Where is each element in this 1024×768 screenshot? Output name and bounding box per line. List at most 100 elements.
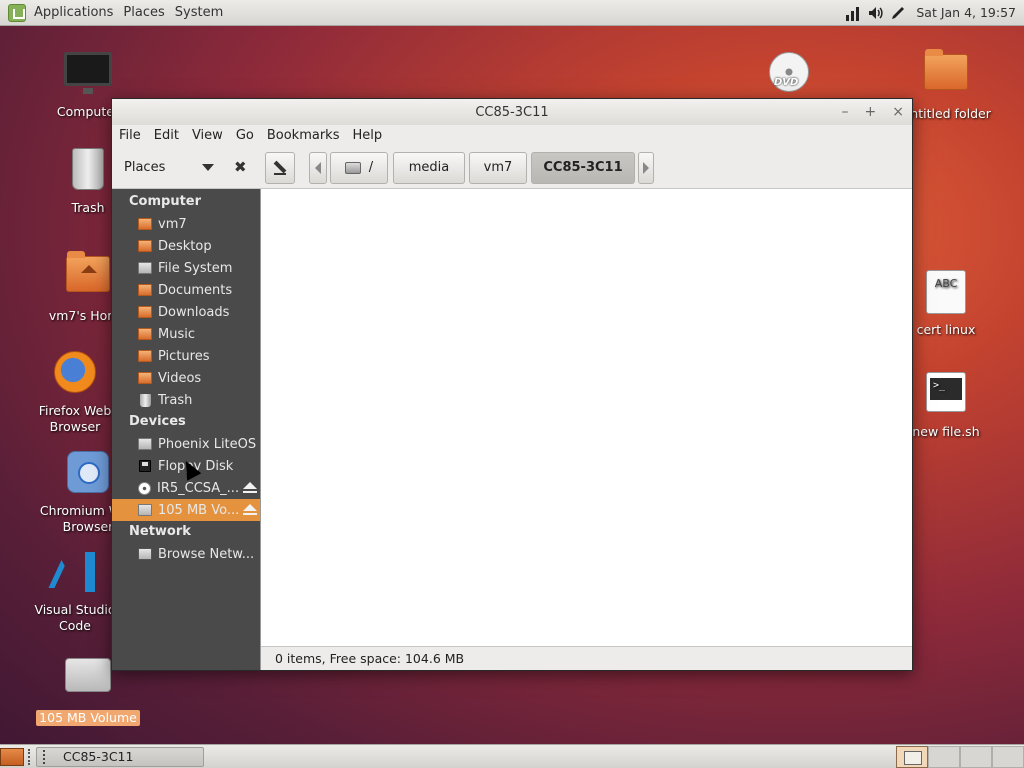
- menu-help[interactable]: Help: [345, 125, 388, 147]
- folder-icon: [924, 49, 968, 90]
- workspace-1[interactable]: [896, 745, 928, 768]
- sidebar-item-documents[interactable]: Documents: [112, 279, 260, 301]
- sidebar-item-label: vm7: [158, 216, 187, 232]
- desktop-folder-icon: [138, 240, 152, 252]
- usb-drive-icon: [65, 658, 111, 692]
- firefox-icon: [54, 351, 96, 393]
- folder-icon: [138, 306, 152, 318]
- dvd-icon: DVD: [769, 52, 809, 92]
- arrow-right-icon: [643, 161, 649, 174]
- sidebar-heading-devices: Devices: [129, 414, 186, 429]
- network-icon[interactable]: [846, 5, 860, 21]
- path-scroll-right-button[interactable]: [638, 151, 654, 184]
- trash-icon: [72, 148, 104, 190]
- path-button-root[interactable]: /: [330, 151, 388, 184]
- workspace-4[interactable]: [992, 745, 1024, 768]
- drive-icon: [138, 438, 152, 450]
- close-button[interactable]: ×: [892, 104, 904, 120]
- folder-icon: [138, 284, 152, 296]
- path-label: media: [408, 160, 450, 175]
- network-icon: [138, 548, 152, 560]
- home-folder-icon: [138, 218, 152, 230]
- chevron-down-icon[interactable]: [202, 164, 214, 171]
- applications-menu[interactable]: Applications: [32, 0, 121, 26]
- chromium-icon: [67, 451, 109, 493]
- folder-icon: [138, 372, 152, 384]
- sidebar-selector[interactable]: Places ✖: [112, 147, 260, 188]
- panel-handle[interactable]: [28, 748, 32, 765]
- panel-tray: Sat Jan 4, 19:57: [846, 5, 1024, 21]
- drive-icon: [138, 504, 152, 516]
- sidebar-heading-network: Network: [129, 524, 191, 539]
- file-manager-window: CC85-3C11 – + × File Edit View Go Bookma…: [111, 98, 913, 671]
- taskbar-button-window[interactable]: CC85-3C11: [36, 746, 204, 767]
- arrow-left-icon: [315, 161, 321, 174]
- sidebar-item-label: IR5_CCSA_...: [157, 480, 240, 496]
- mint-logo-icon[interactable]: [8, 3, 26, 22]
- sidebar-item-browse-network[interactable]: Browse Netw...: [112, 543, 260, 565]
- clock[interactable]: Sat Jan 4, 19:57: [916, 5, 1016, 20]
- bottom-panel: CC85-3C11: [0, 744, 1024, 768]
- sidebar-item-label: 105 MB Vo...: [158, 502, 240, 518]
- path-button-current[interactable]: CC85-3C11: [531, 151, 635, 184]
- trash-icon: [140, 393, 151, 407]
- sidebar-heading-computer: Computer: [129, 194, 202, 209]
- shell-script-icon: >_: [926, 372, 966, 412]
- places-menu[interactable]: Places: [121, 0, 172, 26]
- sidebar-item-label: Trash: [158, 392, 193, 408]
- window-title: CC85-3C11: [475, 104, 549, 120]
- edit-location-button[interactable]: [265, 151, 295, 184]
- sidebar-item-desktop[interactable]: Desktop: [112, 235, 260, 257]
- sidebar-item-label: Downloads: [158, 304, 230, 320]
- menu-edit[interactable]: Edit: [147, 125, 185, 147]
- menu-bookmarks[interactable]: Bookmarks: [260, 125, 346, 147]
- sidebar-item-music[interactable]: Music: [112, 323, 260, 345]
- toolbar: Places ✖ / media vm7 CC85-3C11: [112, 147, 912, 189]
- eject-icon[interactable]: [243, 482, 257, 494]
- sidebar-item-label: Music: [158, 326, 195, 342]
- window-titlebar[interactable]: CC85-3C11 – + ×: [112, 99, 912, 125]
- sidebar-selector-label: Places: [124, 160, 166, 175]
- workspace-3[interactable]: [960, 745, 992, 768]
- menu-view[interactable]: View: [185, 125, 229, 147]
- sidebar-item-trash[interactable]: Trash: [112, 389, 260, 411]
- sidebar-item-downloads[interactable]: Downloads: [112, 301, 260, 323]
- system-menu[interactable]: System: [173, 0, 231, 26]
- eject-icon[interactable]: [243, 504, 257, 516]
- places-sidebar[interactable]: Computer vm7 Desktop File System Documen…: [112, 189, 260, 670]
- path-scroll-left-button[interactable]: [309, 151, 327, 184]
- sidebar-item-phoenix-liteos[interactable]: Phoenix LiteOS: [112, 433, 260, 455]
- floppy-icon: [139, 460, 151, 472]
- menubar: File Edit View Go Bookmarks Help: [112, 125, 912, 147]
- sidebar-item-file-system[interactable]: File System: [112, 257, 260, 279]
- volume-icon[interactable]: [868, 5, 883, 21]
- pencil-tool-icon[interactable]: [890, 5, 905, 21]
- cd-icon: [138, 481, 151, 495]
- drive-icon: [138, 262, 152, 274]
- menu-file[interactable]: File: [112, 125, 147, 147]
- workspace-switcher: [896, 745, 1024, 768]
- path-button-media[interactable]: media: [393, 151, 465, 184]
- window-icon: [43, 749, 59, 764]
- sidebar-item-pictures[interactable]: Pictures: [112, 345, 260, 367]
- close-sidebar-icon[interactable]: ✖: [234, 158, 247, 176]
- desktop-icon-dvd[interactable]: DVD: [734, 48, 844, 100]
- menu-go[interactable]: Go: [229, 125, 260, 147]
- minimize-button[interactable]: –: [842, 104, 849, 120]
- file-view[interactable]: [261, 189, 912, 646]
- sidebar-item-label: Pictures: [158, 348, 210, 364]
- workspace-2[interactable]: [928, 745, 960, 768]
- script-badge: >_: [930, 378, 962, 400]
- path-button-vm7[interactable]: vm7: [469, 151, 527, 184]
- sidebar-item-vm7[interactable]: vm7: [112, 213, 260, 235]
- vscode-icon: [53, 550, 97, 594]
- show-desktop-icon[interactable]: [0, 747, 24, 766]
- text-document-icon: ABC: [926, 270, 966, 314]
- sidebar-item-105mb-volume[interactable]: 105 MB Vo...: [112, 499, 260, 521]
- dvd-badge: DVD: [774, 77, 799, 88]
- sidebar-item-label: Phoenix LiteOS: [158, 436, 257, 452]
- sidebar-item-videos[interactable]: Videos: [112, 367, 260, 389]
- home-folder-icon: [66, 251, 110, 292]
- maximize-button[interactable]: +: [865, 104, 877, 120]
- panel-menu: Applications Places System: [0, 0, 231, 25]
